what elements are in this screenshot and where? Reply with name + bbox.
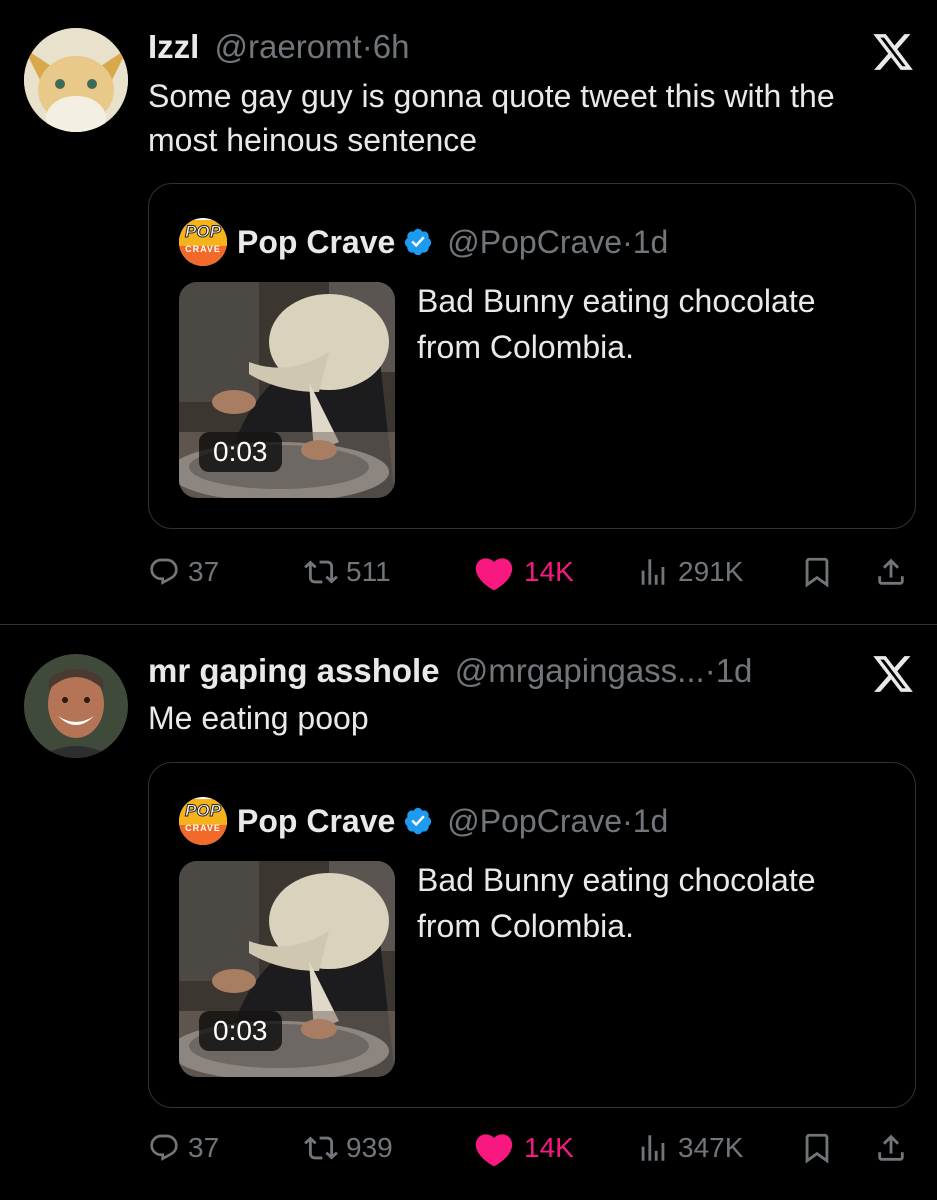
quoted-tweet[interactable]: POP CRAVE Pop Crave @PopCrave · 1d 0:03 … xyxy=(148,762,916,1108)
like-count: 14K xyxy=(524,1132,574,1163)
share-icon xyxy=(878,1134,904,1161)
tweet-text: Me eating poop xyxy=(148,700,369,736)
repost-count: 939 xyxy=(346,1132,393,1163)
views-count: 347K xyxy=(678,1132,744,1163)
quote-timestamp[interactable]: 1d xyxy=(633,803,669,840)
action-bar: 37 511 14K 291K xyxy=(148,552,918,592)
quote-header: POP CRAVE Pop Crave @PopCrave · 1d xyxy=(179,797,668,845)
quote-author-name[interactable]: Pop Crave xyxy=(237,803,395,840)
reply-button[interactable]: 37 xyxy=(148,1128,219,1168)
reply-icon xyxy=(150,1134,178,1161)
author-handle[interactable]: @raeromt xyxy=(215,28,362,65)
tweet-text: Some gay guy is gonna quote tweet this w… xyxy=(148,78,835,158)
timestamp[interactable]: 1d xyxy=(716,652,753,689)
repost-icon xyxy=(304,1136,338,1160)
views-button[interactable]: 347K xyxy=(636,1128,743,1168)
action-bar: 37 939 14K 347K xyxy=(148,1128,918,1168)
tweet[interactable]: mr gaping asshole @mrgapingass...·1d Me … xyxy=(0,626,937,1200)
reply-count: 37 xyxy=(188,1132,220,1163)
quote-timestamp[interactable]: 1d xyxy=(633,224,669,261)
popcrave-logo: POP CRAVE xyxy=(179,797,227,845)
views-button[interactable]: 291K xyxy=(636,552,743,592)
author-handle[interactable]: @mrgapingass... xyxy=(455,652,705,689)
avatar[interactable] xyxy=(24,28,128,132)
repost-icon xyxy=(304,560,338,584)
tweet-header: Izzl @raeromt·6h xyxy=(148,28,409,66)
repost-button[interactable]: 511 xyxy=(304,552,391,592)
like-button[interactable]: 14K xyxy=(472,1128,574,1168)
logo-text-bottom: CRAVE xyxy=(185,244,221,254)
video-duration: 0:03 xyxy=(199,432,282,472)
bookmark-button[interactable] xyxy=(800,552,834,592)
verified-badge-icon xyxy=(405,807,432,835)
logo-text-bottom: CRAVE xyxy=(185,823,221,833)
reply-count: 37 xyxy=(188,556,220,587)
quoted-tweet[interactable]: POP CRAVE Pop Crave @PopCrave · 1d 0:03 … xyxy=(148,183,916,529)
share-button[interactable] xyxy=(874,1128,908,1168)
video-thumbnail[interactable]: 0:03 xyxy=(179,282,395,498)
bookmark-icon xyxy=(805,1133,829,1164)
quote-text: Bad Bunny eating chocolate from Colombia… xyxy=(417,862,816,944)
share-icon xyxy=(878,558,904,585)
video-duration: 0:03 xyxy=(199,1011,282,1051)
quote-text: Bad Bunny eating chocolate from Colombia… xyxy=(417,283,816,365)
bookmark-button[interactable] xyxy=(800,1128,834,1168)
tweet-divider xyxy=(0,624,937,625)
views-icon xyxy=(641,1135,665,1161)
views-icon xyxy=(641,559,665,585)
reply-button[interactable]: 37 xyxy=(148,552,219,592)
quote-author-handle[interactable]: @PopCrave xyxy=(447,803,622,840)
separator: · xyxy=(704,652,716,689)
bookmark-icon xyxy=(805,557,829,588)
separator: · xyxy=(361,28,373,65)
repost-count: 511 xyxy=(346,556,391,587)
like-button[interactable]: 14K xyxy=(472,552,574,592)
repost-button[interactable]: 939 xyxy=(304,1128,393,1168)
author-name[interactable]: Izzl xyxy=(148,28,199,65)
logo-text-top: POP xyxy=(185,801,222,821)
timestamp[interactable]: 6h xyxy=(373,28,410,65)
separator: · xyxy=(622,802,633,839)
tweet-header: mr gaping asshole @mrgapingass...·1d xyxy=(148,652,752,690)
tweet[interactable]: Izzl @raeromt·6h Some gay guy is gonna q… xyxy=(0,0,937,622)
like-count: 14K xyxy=(524,556,574,587)
quote-author-name[interactable]: Pop Crave xyxy=(237,224,395,261)
heart-icon xyxy=(475,1134,513,1167)
popcrave-logo: POP CRAVE xyxy=(179,218,227,266)
verified-badge-icon xyxy=(405,228,432,256)
reply-icon xyxy=(150,558,178,585)
views-count: 291K xyxy=(678,556,744,587)
x-logo-icon xyxy=(873,656,913,692)
logo-text-top: POP xyxy=(185,222,222,242)
avatar[interactable] xyxy=(24,654,128,758)
x-logo-icon xyxy=(873,34,913,70)
quote-header: POP CRAVE Pop Crave @PopCrave · 1d xyxy=(179,218,668,266)
heart-icon xyxy=(475,558,513,591)
share-button[interactable] xyxy=(874,552,908,592)
separator: · xyxy=(622,223,633,260)
author-name[interactable]: mr gaping asshole xyxy=(148,652,440,689)
video-thumbnail[interactable]: 0:03 xyxy=(179,861,395,1077)
quote-author-handle[interactable]: @PopCrave xyxy=(447,224,622,261)
